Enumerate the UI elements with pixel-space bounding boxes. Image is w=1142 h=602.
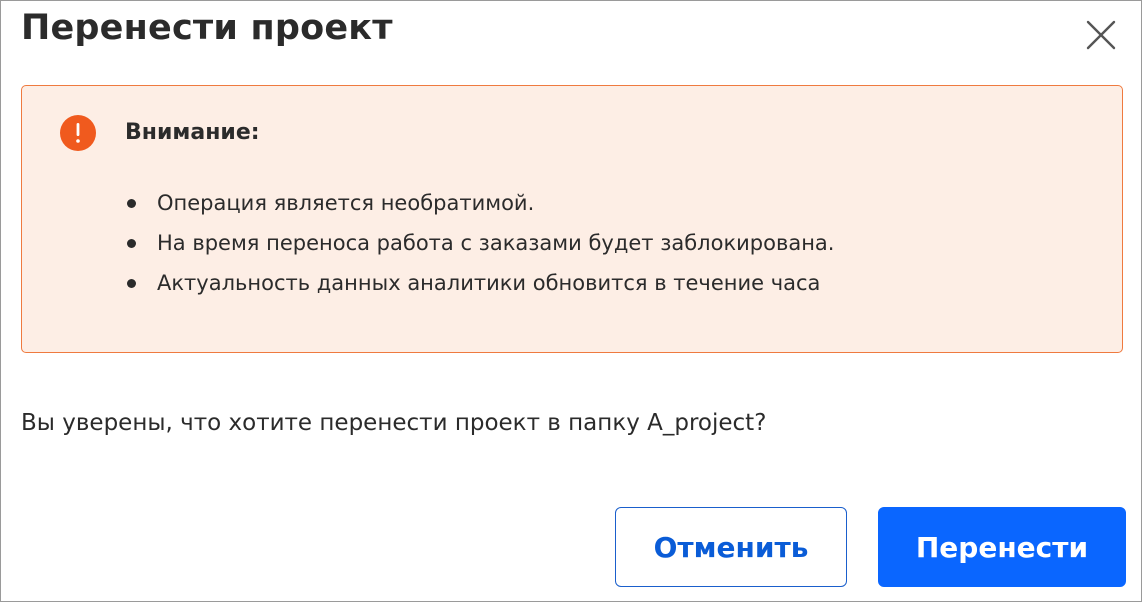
exclamation-circle-icon: [60, 115, 96, 151]
warning-item: На время переноса работа с заказами буде…: [125, 223, 834, 263]
bullet-icon: [127, 279, 136, 288]
close-icon: [1086, 20, 1116, 50]
warning-item-text: На время переноса работа с заказами буде…: [157, 231, 835, 255]
cancel-button[interactable]: Отменить: [615, 507, 847, 587]
close-button[interactable]: [1081, 15, 1121, 55]
warning-item: Актуальность данных аналитики обновится …: [125, 263, 834, 303]
move-button[interactable]: Перенести: [878, 507, 1126, 587]
bullet-icon: [127, 199, 136, 208]
warning-list: Операция является необратимой. На время …: [125, 183, 834, 303]
warning-box: Внимание: Операция является необратимой.…: [21, 85, 1123, 353]
warning-title: Внимание:: [125, 120, 260, 145]
warning-item: Операция является необратимой.: [125, 183, 834, 223]
dialog-title: Перенести проект: [21, 8, 393, 48]
warning-item-text: Актуальность данных аналитики обновится …: [157, 271, 821, 295]
move-project-dialog: Перенести проект Внимание: Операция явля…: [0, 0, 1142, 602]
bullet-icon: [127, 239, 136, 248]
warning-item-text: Операция является необратимой.: [157, 191, 535, 215]
confirmation-question: Вы уверены, что хотите перенести проект …: [21, 410, 767, 436]
